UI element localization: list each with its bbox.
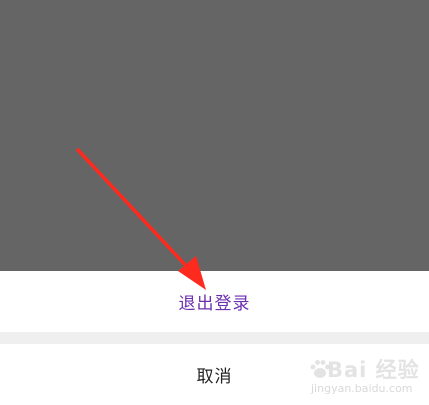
action-sheet: 退出登录 取消 bbox=[0, 271, 429, 405]
logout-label: 退出登录 bbox=[178, 294, 251, 314]
sheet-separator bbox=[0, 332, 429, 344]
modal-overlay[interactable] bbox=[0, 0, 429, 271]
cancel-button[interactable]: 取消 bbox=[0, 344, 429, 405]
logout-button[interactable]: 退出登录 bbox=[0, 271, 429, 332]
cancel-label: 取消 bbox=[196, 367, 233, 387]
